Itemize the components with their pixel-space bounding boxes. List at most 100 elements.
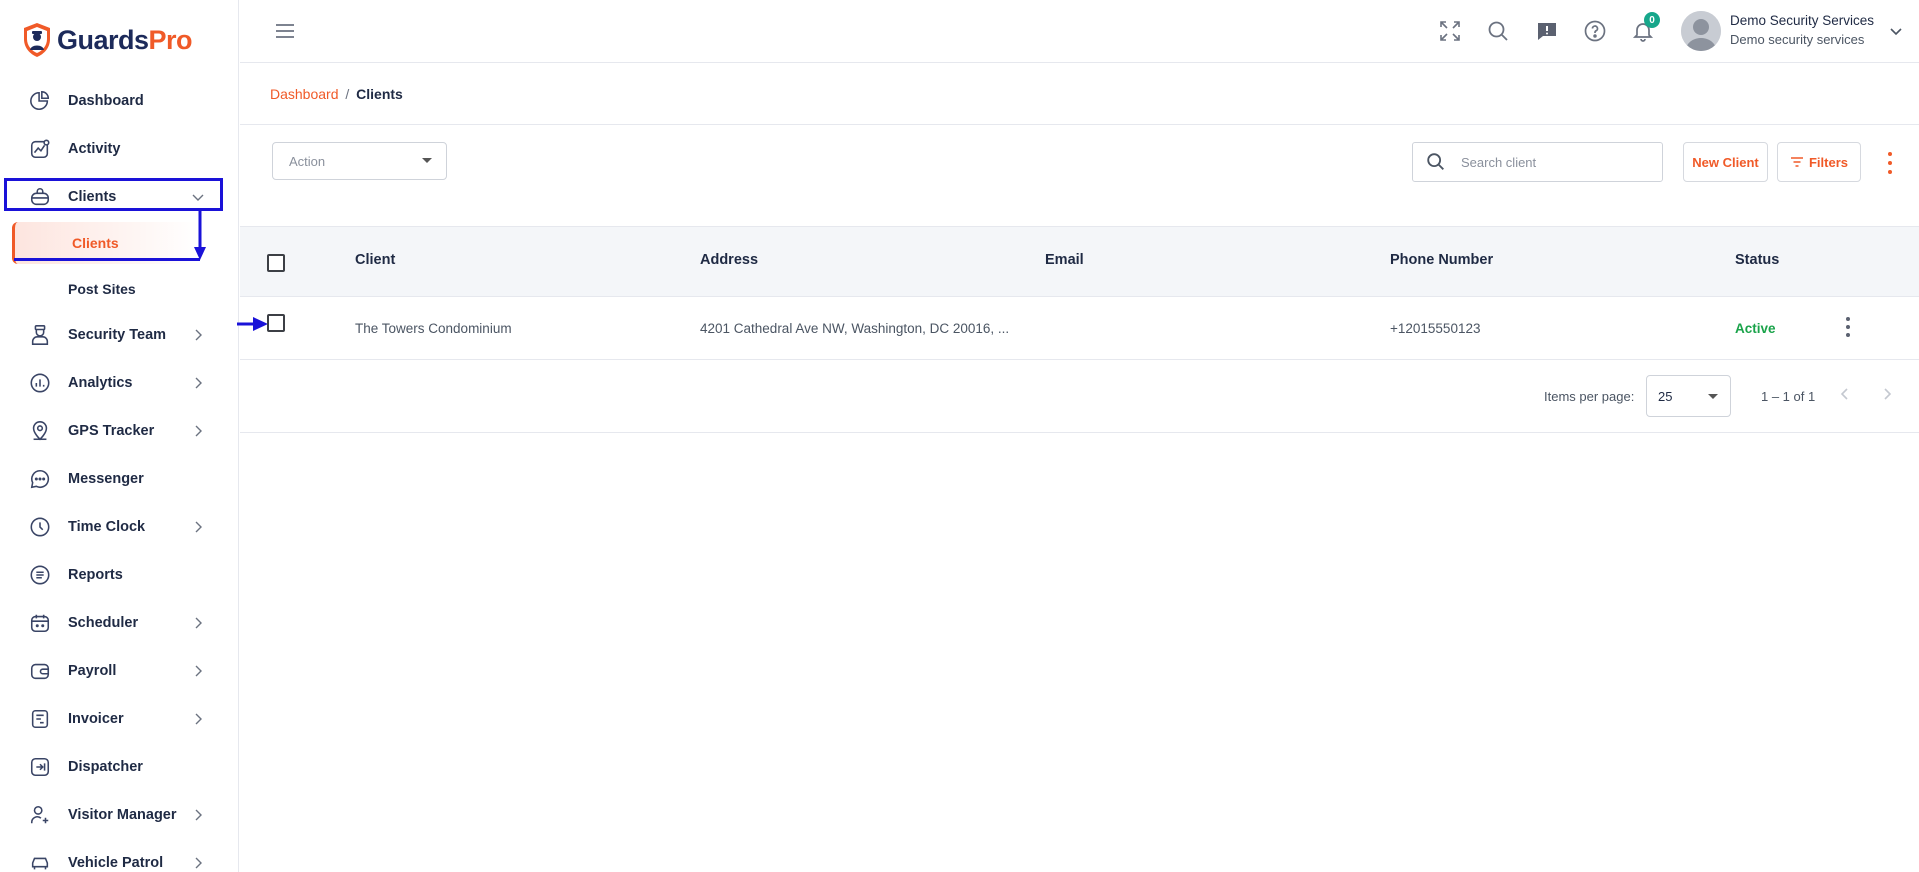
caret-down-icon [1708, 394, 1718, 399]
search-client-box[interactable] [1412, 142, 1663, 182]
reports-icon [28, 563, 52, 587]
status-badge: Active [1735, 321, 1776, 336]
chevron-right-icon [191, 424, 205, 438]
clients-table: Client Address Email Phone Number Status… [240, 226, 1919, 433]
top-header: 0 Demo Security Services Demo security s… [240, 0, 1919, 63]
chevron-right-icon [191, 712, 205, 726]
breadcrumb-link-dashboard[interactable]: Dashboard [270, 86, 339, 102]
wallet-icon [28, 659, 52, 683]
sidebar-item-time-clock[interactable]: Time Clock [0, 503, 238, 551]
visitor-icon [28, 803, 52, 827]
notifications-icon[interactable]: 0 [1630, 12, 1660, 44]
sidebar-item-label: Analytics [68, 375, 133, 391]
filters-button-label: Filters [1808, 154, 1848, 170]
user-name: Demo Security Services [1730, 13, 1875, 28]
feedback-icon[interactable] [1534, 18, 1560, 44]
search-icon [1427, 153, 1444, 170]
filters-button[interactable]: Filters [1777, 142, 1861, 182]
sidebar-item-scheduler[interactable]: Scheduler [0, 599, 238, 647]
chat-icon [28, 467, 52, 491]
sidebar-item-messenger[interactable]: Messenger [0, 455, 238, 503]
column-header-client[interactable]: Client [355, 252, 395, 268]
sidebar-item-gps-tracker[interactable]: GPS Tracker [0, 407, 238, 455]
sidebar-item-label: Dashboard [68, 93, 144, 109]
search-icon[interactable] [1485, 18, 1511, 44]
table-row[interactable]: The Towers Condominium 4201 Cathedral Av… [240, 297, 1919, 360]
breadcrumb: Dashboard / Clients [270, 86, 403, 102]
row-actions-icon[interactable] [1844, 317, 1852, 337]
row-checkbox[interactable] [267, 314, 285, 332]
avatar [1681, 11, 1721, 51]
sidebar-item-reports[interactable]: Reports [0, 551, 238, 599]
column-header-email[interactable]: Email [1045, 252, 1084, 268]
sidebar-item-label: Security Team [68, 327, 167, 343]
items-per-page-select[interactable]: 25 [1646, 375, 1731, 417]
calendar-icon [28, 611, 52, 635]
sidebar-item-invoicer[interactable]: Invoicer [0, 695, 238, 743]
cell-phone: +12015550123 [1390, 321, 1481, 336]
sidebar-item-dashboard[interactable]: Dashboard [0, 77, 238, 125]
more-options-icon[interactable] [1880, 150, 1900, 176]
user-menu[interactable]: Demo Security Services Demo security ser… [1681, 7, 1904, 55]
sidebar-item-payroll[interactable]: Payroll [0, 647, 238, 695]
menu-toggle-icon[interactable] [274, 20, 296, 42]
cell-address: 4201 Cathedral Ave NW, Washington, DC 20… [700, 321, 1010, 336]
column-header-phone[interactable]: Phone Number [1390, 252, 1493, 268]
select-all-checkbox[interactable] [267, 254, 285, 272]
breadcrumb-current: Clients [356, 86, 403, 102]
chevron-right-icon [191, 808, 205, 822]
activity-icon [28, 137, 52, 161]
filter-icon [1790, 157, 1803, 167]
sidebar-item-label: Time Clock [68, 519, 146, 535]
app-name: GuardsPro [57, 24, 193, 56]
sidebar-item-label: GPS Tracker [68, 423, 155, 439]
next-page-icon[interactable] [1879, 386, 1899, 406]
caret-down-icon [422, 158, 432, 163]
sidebar-item-label: Visitor Manager [68, 807, 177, 823]
sidebar-item-security-team[interactable]: Security Team [0, 311, 238, 359]
analytics-icon [28, 371, 52, 395]
sidebar-item-visitor-manager[interactable]: Visitor Manager [0, 791, 238, 839]
sidebar-item-vehicle-patrol[interactable]: Vehicle Patrol [0, 839, 238, 872]
invoice-icon [28, 707, 52, 731]
user-info: Demo Security Services Demo security ser… [1730, 12, 1874, 50]
items-per-page-label: Items per page: [1544, 389, 1635, 404]
sidebar-item-activity[interactable]: Activity [0, 125, 238, 173]
column-header-status[interactable]: Status [1735, 252, 1779, 268]
action-select-placeholder: Action [289, 153, 326, 169]
brand-name-part2: Pro [148, 24, 193, 55]
sidebar-item-label: Activity [68, 141, 121, 157]
help-icon[interactable] [1582, 18, 1608, 44]
sidebar-item-analytics[interactable]: Analytics [0, 359, 238, 407]
breadcrumb-separator: / [345, 86, 350, 102]
chevron-right-icon [191, 856, 205, 870]
sidebar-item-label: Vehicle Patrol [68, 855, 164, 871]
sidebar-item-clients[interactable]: Clients [0, 173, 238, 221]
sidebar-subitem-post-sites[interactable]: Post Sites [0, 267, 238, 311]
divider [240, 124, 1919, 125]
sidebar-item-label: Payroll [68, 663, 117, 679]
chevron-right-icon [191, 616, 205, 630]
sidebar-item-dispatcher[interactable]: Dispatcher [0, 743, 238, 791]
sidebar-item-label: Reports [68, 567, 123, 583]
chevron-right-icon [191, 664, 205, 678]
paginator: Items per page: 25 1 – 1 of 1 [240, 360, 1919, 433]
car-icon [28, 851, 52, 872]
page-range-label: 1 – 1 of 1 [1761, 389, 1816, 404]
sidebar-item-label: Clients [68, 189, 117, 205]
chevron-right-icon [191, 328, 205, 342]
search-client-input[interactable] [1461, 154, 1651, 170]
cell-client[interactable]: The Towers Condominium [355, 321, 512, 336]
new-client-button[interactable]: New Client [1683, 142, 1768, 182]
fullscreen-icon[interactable] [1437, 18, 1463, 44]
map-pin-icon [28, 419, 52, 443]
chevron-down-icon [191, 190, 205, 204]
sidebar-subitem-clients[interactable]: Clients [12, 222, 198, 264]
items-per-page-value: 25 [1658, 388, 1673, 404]
previous-page-icon[interactable] [1837, 386, 1857, 406]
sidebar-item-label: Scheduler [68, 615, 139, 631]
dashboard-icon [28, 89, 52, 113]
column-header-address[interactable]: Address [700, 252, 758, 268]
app-logo[interactable]: GuardsPro [22, 20, 193, 60]
action-select[interactable]: Action [272, 142, 447, 180]
